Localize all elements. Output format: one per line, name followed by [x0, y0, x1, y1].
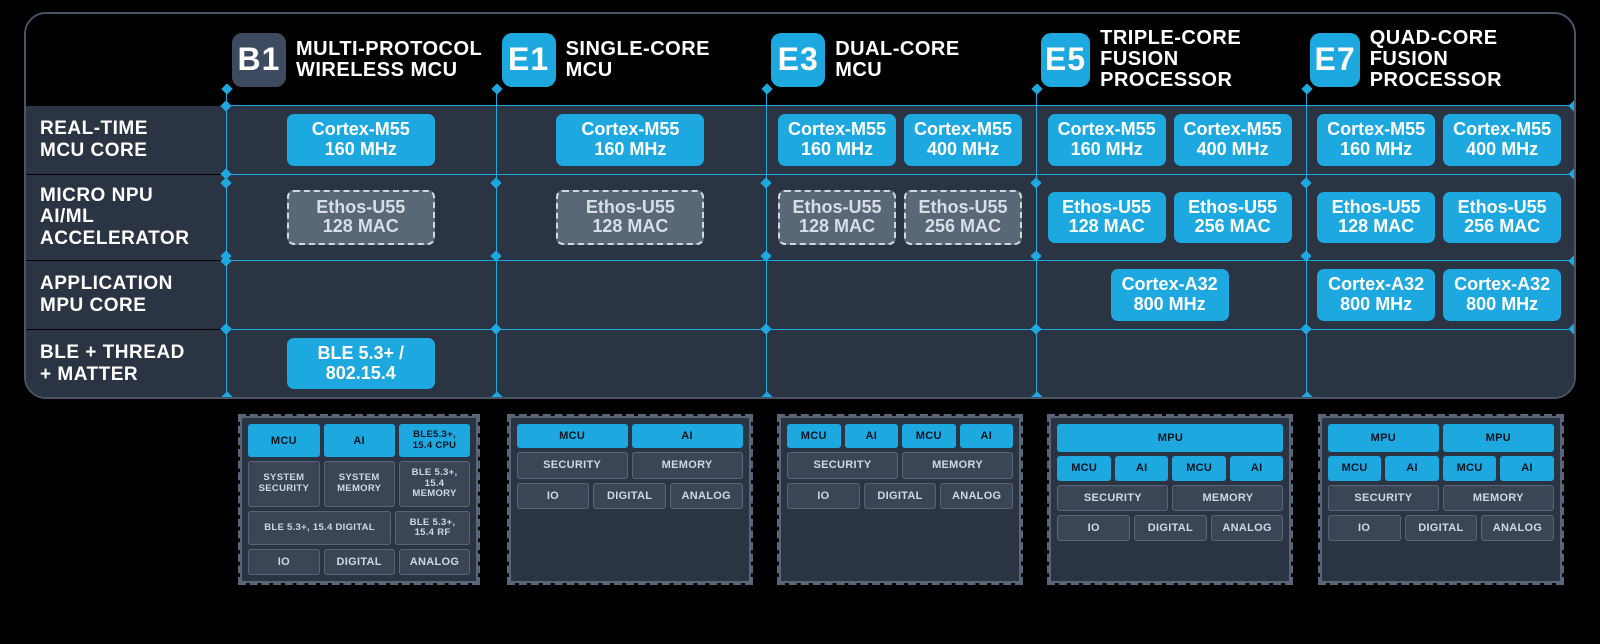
row-ble: BLE + THREAD+ MATTER BLE 5.3+ /802.15.4 — [26, 330, 1574, 398]
chip-block: AI — [1385, 456, 1439, 480]
chip-block: IO — [248, 549, 319, 575]
row-label: REAL-TIMEMCU CORE — [26, 106, 226, 174]
chip-block: ANALOG — [940, 483, 1013, 509]
chip-block: MCU — [902, 424, 956, 448]
chip-block: BLE 5.3+, 15.4 DIGITAL — [248, 511, 391, 546]
chip-block: DIGITAL — [1134, 515, 1207, 541]
chip-block: ANALOG — [399, 549, 470, 575]
chip-block: SECURITY — [1328, 485, 1439, 511]
chip-block: BLE5.3+, 15.4 CPU — [399, 424, 470, 457]
chip-block: DIGITAL — [1405, 515, 1478, 541]
chip-block: AI — [1115, 456, 1169, 480]
chip-block: MPU — [1443, 424, 1554, 452]
chip-block: MPU — [1057, 424, 1283, 452]
col-b1: B1 MULTI-PROTOCOLWIRELESS MCU — [226, 14, 496, 105]
chip-block: IO — [787, 483, 860, 509]
chip-block: MCU — [787, 424, 841, 448]
chip-e1: MCUAISECURITYMEMORY IODIGITALANALOG — [510, 417, 750, 582]
chip-block: AI — [1230, 456, 1284, 480]
chip-e5: MPUMCUAIMCUAISECURITYMEMORYIODIGITALANAL… — [1050, 417, 1290, 582]
badge-e5: E5 — [1041, 33, 1090, 87]
chip-block: MCU — [1328, 456, 1382, 480]
chip-block: ANALOG — [1481, 515, 1554, 541]
badge-e7: E7 — [1310, 33, 1359, 87]
chip-block: SECURITY — [1057, 485, 1168, 511]
col-e3: E3 DUAL-COREMCU — [765, 14, 1035, 105]
chip-e3: MCUAIMCUAISECURITYMEMORYIODIGITALANALOG — [780, 417, 1020, 582]
chip-block: AI — [845, 424, 899, 448]
chip-block: MCU — [1443, 456, 1497, 480]
badge-e3: E3 — [771, 33, 825, 87]
chip-block: MCU — [1057, 456, 1111, 480]
chip-block: DIGITAL — [864, 483, 937, 509]
chip-b1: MCUAIBLE5.3+, 15.4 CPU SYSTEM SECURITYSYS… — [241, 417, 477, 582]
chip-block: SYSTEM SECURITY — [248, 461, 319, 506]
chip-block: MPU — [1328, 424, 1439, 452]
chip-block: MEMORY — [1443, 485, 1554, 511]
row-ai: MICRO NPU AI/MLACCELERATOR Ethos-U55128 … — [26, 175, 1574, 261]
col-e5: E5 TRIPLE-COREFUSION PROCESSOR — [1035, 14, 1305, 105]
chip-block: IO — [517, 483, 590, 509]
row-app: APPLICATIONMPU CORE Cortex-A32800 MHz Co… — [26, 261, 1574, 329]
chip-block: MCU — [248, 424, 319, 457]
chip-block: AI — [960, 424, 1014, 448]
col-e1: E1 SINGLE-COREMCU — [496, 14, 766, 105]
col-e7: E7 QUAD-COREFUSION PROCESSOR — [1304, 14, 1574, 105]
chip-block: IO — [1057, 515, 1130, 541]
chip-block: SECURITY — [787, 452, 898, 478]
chip-block: AI — [324, 424, 395, 457]
chip-block: MEMORY — [1172, 485, 1283, 511]
chip-block: IO — [1328, 515, 1401, 541]
chip-block: BLE 5.3+, 15.4 RF — [395, 511, 470, 546]
chip-block: ANALOG — [670, 483, 743, 509]
chip-block: MCU — [517, 424, 628, 448]
chip-e7: MPUMPUMCUAIMCUAISECURITYMEMORYIODIGITALA… — [1321, 417, 1561, 582]
badge-b1: B1 — [232, 33, 286, 87]
chip-block: MCU — [1172, 456, 1226, 480]
row-mcu: REAL-TIMEMCU CORE Cortex-M55160 MHz Cort… — [26, 106, 1574, 174]
chip-block: ANALOG — [1211, 515, 1284, 541]
chip-block: DIGITAL — [324, 549, 395, 575]
chip-block: SECURITY — [517, 452, 628, 478]
chip-block: AI — [1500, 456, 1554, 480]
chip-block: BLE 5.3+, 15.4 MEMORY — [399, 461, 470, 506]
pill: Cortex-M55160 MHz — [287, 114, 435, 166]
chip-diagrams: MCUAIBLE5.3+, 15.4 CPUSYSTEM SECURITYSYS… — [24, 417, 1576, 582]
chip-block: MEMORY — [902, 452, 1013, 478]
chip-block: AI — [632, 424, 743, 448]
badge-e1: E1 — [502, 33, 556, 87]
cell: Cortex-M55160 MHz — [226, 106, 496, 174]
chip-block: MEMORY — [632, 452, 743, 478]
comparison-table: B1 MULTI-PROTOCOLWIRELESS MCU E1 SINGLE-… — [24, 12, 1576, 399]
chip-block: DIGITAL — [593, 483, 666, 509]
header-row: B1 MULTI-PROTOCOLWIRELESS MCU E1 SINGLE-… — [26, 14, 1574, 105]
chip-block: SYSTEM MEMORY — [324, 461, 395, 506]
